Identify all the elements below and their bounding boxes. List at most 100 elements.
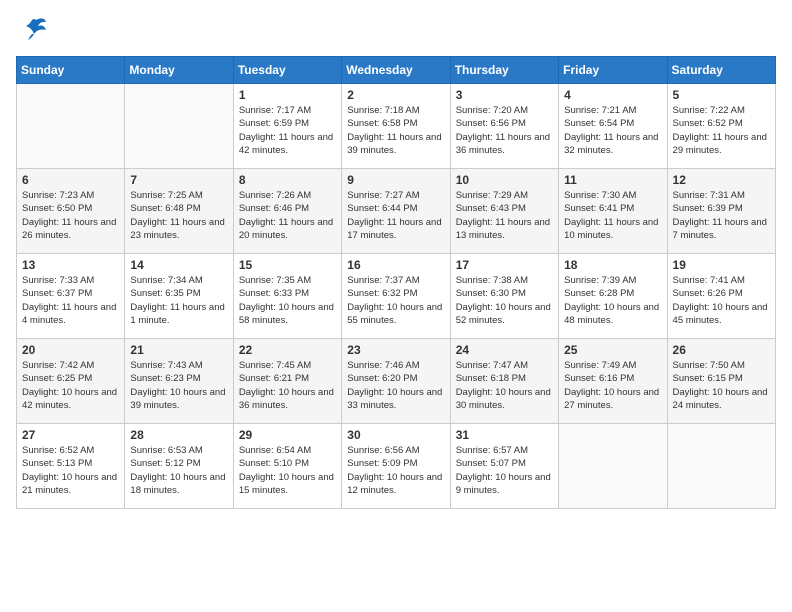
cell-content: Sunrise: 7:47 AM Sunset: 6:18 PM Dayligh…: [456, 359, 553, 412]
day-number: 31: [456, 428, 553, 442]
cell-content: Sunrise: 7:29 AM Sunset: 6:43 PM Dayligh…: [456, 189, 553, 242]
day-number: 4: [564, 88, 661, 102]
calendar-cell: 7Sunrise: 7:25 AM Sunset: 6:48 PM Daylig…: [125, 169, 233, 254]
cell-content: Sunrise: 7:31 AM Sunset: 6:39 PM Dayligh…: [673, 189, 770, 242]
cell-content: Sunrise: 7:41 AM Sunset: 6:26 PM Dayligh…: [673, 274, 770, 327]
day-number: 29: [239, 428, 336, 442]
day-number: 11: [564, 173, 661, 187]
cell-content: Sunrise: 7:50 AM Sunset: 6:15 PM Dayligh…: [673, 359, 770, 412]
calendar-cell: 18Sunrise: 7:39 AM Sunset: 6:28 PM Dayli…: [559, 254, 667, 339]
day-number: 23: [347, 343, 444, 357]
cell-content: Sunrise: 7:49 AM Sunset: 6:16 PM Dayligh…: [564, 359, 661, 412]
cell-content: Sunrise: 7:30 AM Sunset: 6:41 PM Dayligh…: [564, 189, 661, 242]
calendar-cell: 21 Sunrise: 7:43 AM Sunset: 6:23 PM Dayli…: [125, 339, 233, 424]
day-header-saturday: Saturday: [667, 57, 775, 84]
calendar-cell: 5 Sunrise: 7:22 AM Sunset: 6:52 PM Daylig…: [667, 84, 775, 169]
cell-content: Sunrise: 7:18 AM Sunset: 6:58 PM Dayligh…: [347, 104, 444, 157]
calendar-cell: 6 Sunrise: 7:23 AM Sunset: 6:50 PM Daylig…: [17, 169, 125, 254]
day-number: 24: [456, 343, 553, 357]
calendar-cell: 27Sunrise: 6:52 AM Sunset: 5:13 PM Dayli…: [17, 424, 125, 509]
calendar-cell: [125, 84, 233, 169]
calendar-cell: 8 Sunrise: 7:26 AM Sunset: 6:46 PM Daylig…: [233, 169, 341, 254]
week-row-5: 27Sunrise: 6:52 AM Sunset: 5:13 PM Dayli…: [17, 424, 776, 509]
cell-content: Sunrise: 6:54 AM Sunset: 5:10 PM Dayligh…: [239, 444, 336, 497]
day-header-wednesday: Wednesday: [342, 57, 450, 84]
week-row-1: 1Sunrise: 7:17 AM Sunset: 6:59 PM Daylig…: [17, 84, 776, 169]
day-number: 25: [564, 343, 661, 357]
calendar-cell: 24 Sunrise: 7:47 AM Sunset: 6:18 PM Dayli…: [450, 339, 558, 424]
calendar-table: SundayMondayTuesdayWednesdayThursdayFrid…: [16, 56, 776, 509]
calendar-cell: 17 Sunrise: 7:38 AM Sunset: 6:30 PM Dayli…: [450, 254, 558, 339]
calendar-cell: 13 Sunrise: 7:33 AM Sunset: 6:37 PM Dayli…: [17, 254, 125, 339]
day-number: 19: [673, 258, 770, 272]
week-row-3: 13 Sunrise: 7:33 AM Sunset: 6:37 PM Dayli…: [17, 254, 776, 339]
cell-content: Sunrise: 7:34 AM Sunset: 6:35 PM Dayligh…: [130, 274, 227, 327]
week-row-4: 20 Sunrise: 7:42 AM Sunset: 6:25 PM Dayli…: [17, 339, 776, 424]
calendar-cell: 3Sunrise: 7:20 AM Sunset: 6:56 PM Daylig…: [450, 84, 558, 169]
calendar-cell: 22 Sunrise: 7:45 AM Sunset: 6:21 PM Dayli…: [233, 339, 341, 424]
day-number: 10: [456, 173, 553, 187]
cell-content: Sunrise: 7:22 AM Sunset: 6:52 PM Dayligh…: [673, 104, 770, 157]
day-number: 12: [673, 173, 770, 187]
calendar-cell: 12 Sunrise: 7:31 AM Sunset: 6:39 PM Dayli…: [667, 169, 775, 254]
cell-content: Sunrise: 6:53 AM Sunset: 5:12 PM Dayligh…: [130, 444, 227, 497]
calendar-cell: 2 Sunrise: 7:18 AM Sunset: 6:58 PM Daylig…: [342, 84, 450, 169]
day-number: 3: [456, 88, 553, 102]
cell-content: Sunrise: 7:35 AM Sunset: 6:33 PM Dayligh…: [239, 274, 336, 327]
calendar-cell: 30 Sunrise: 6:56 AM Sunset: 5:09 PM Dayli…: [342, 424, 450, 509]
day-number: 20: [22, 343, 119, 357]
day-number: 9: [347, 173, 444, 187]
cell-content: Sunrise: 7:27 AM Sunset: 6:44 PM Dayligh…: [347, 189, 444, 242]
day-number: 16: [347, 258, 444, 272]
day-number: 30: [347, 428, 444, 442]
cell-content: Sunrise: 6:52 AM Sunset: 5:13 PM Dayligh…: [22, 444, 119, 497]
calendar-cell: 4 Sunrise: 7:21 AM Sunset: 6:54 PM Daylig…: [559, 84, 667, 169]
day-number: 28: [130, 428, 227, 442]
cell-content: Sunrise: 7:43 AM Sunset: 6:23 PM Dayligh…: [130, 359, 227, 412]
calendar-cell: 20 Sunrise: 7:42 AM Sunset: 6:25 PM Dayli…: [17, 339, 125, 424]
calendar-cell: [17, 84, 125, 169]
day-number: 1: [239, 88, 336, 102]
cell-content: Sunrise: 6:57 AM Sunset: 5:07 PM Dayligh…: [456, 444, 553, 497]
day-number: 2: [347, 88, 444, 102]
day-header-thursday: Thursday: [450, 57, 558, 84]
day-header-tuesday: Tuesday: [233, 57, 341, 84]
calendar-cell: 31 Sunrise: 6:57 AM Sunset: 5:07 PM Dayli…: [450, 424, 558, 509]
cell-content: Sunrise: 6:56 AM Sunset: 5:09 PM Dayligh…: [347, 444, 444, 497]
day-number: 13: [22, 258, 119, 272]
cell-content: Sunrise: 7:21 AM Sunset: 6:54 PM Dayligh…: [564, 104, 661, 157]
day-number: 17: [456, 258, 553, 272]
cell-content: Sunrise: 7:23 AM Sunset: 6:50 PM Dayligh…: [22, 189, 119, 242]
calendar-cell: [559, 424, 667, 509]
calendar-cell: 16 Sunrise: 7:37 AM Sunset: 6:32 PM Dayli…: [342, 254, 450, 339]
day-number: 6: [22, 173, 119, 187]
day-header-sunday: Sunday: [17, 57, 125, 84]
day-number: 15: [239, 258, 336, 272]
calendar-cell: 28 Sunrise: 6:53 AM Sunset: 5:12 PM Dayli…: [125, 424, 233, 509]
cell-content: Sunrise: 7:46 AM Sunset: 6:20 PM Dayligh…: [347, 359, 444, 412]
day-header-monday: Monday: [125, 57, 233, 84]
calendar-cell: 10 Sunrise: 7:29 AM Sunset: 6:43 PM Dayli…: [450, 169, 558, 254]
calendar-cell: 26 Sunrise: 7:50 AM Sunset: 6:15 PM Dayli…: [667, 339, 775, 424]
cell-content: Sunrise: 7:45 AM Sunset: 6:21 PM Dayligh…: [239, 359, 336, 412]
cell-content: Sunrise: 7:26 AM Sunset: 6:46 PM Dayligh…: [239, 189, 336, 242]
day-number: 21: [130, 343, 227, 357]
header-row: SundayMondayTuesdayWednesdayThursdayFrid…: [17, 57, 776, 84]
day-number: 22: [239, 343, 336, 357]
day-number: 8: [239, 173, 336, 187]
day-number: 5: [673, 88, 770, 102]
calendar-cell: 29 Sunrise: 6:54 AM Sunset: 5:10 PM Dayli…: [233, 424, 341, 509]
calendar-cell: 15 Sunrise: 7:35 AM Sunset: 6:33 PM Dayli…: [233, 254, 341, 339]
cell-content: Sunrise: 7:25 AM Sunset: 6:48 PM Dayligh…: [130, 189, 227, 242]
cell-content: Sunrise: 7:42 AM Sunset: 6:25 PM Dayligh…: [22, 359, 119, 412]
cell-content: Sunrise: 7:37 AM Sunset: 6:32 PM Dayligh…: [347, 274, 444, 327]
day-number: 18: [564, 258, 661, 272]
calendar-cell: 25 Sunrise: 7:49 AM Sunset: 6:16 PM Dayli…: [559, 339, 667, 424]
day-number: 14: [130, 258, 227, 272]
calendar-cell: 11 Sunrise: 7:30 AM Sunset: 6:41 PM Dayli…: [559, 169, 667, 254]
week-row-2: 6 Sunrise: 7:23 AM Sunset: 6:50 PM Daylig…: [17, 169, 776, 254]
cell-content: Sunrise: 7:38 AM Sunset: 6:30 PM Dayligh…: [456, 274, 553, 327]
day-number: 26: [673, 343, 770, 357]
calendar-cell: 9 Sunrise: 7:27 AM Sunset: 6:44 PM Daylig…: [342, 169, 450, 254]
cell-content: Sunrise: 7:33 AM Sunset: 6:37 PM Dayligh…: [22, 274, 119, 327]
